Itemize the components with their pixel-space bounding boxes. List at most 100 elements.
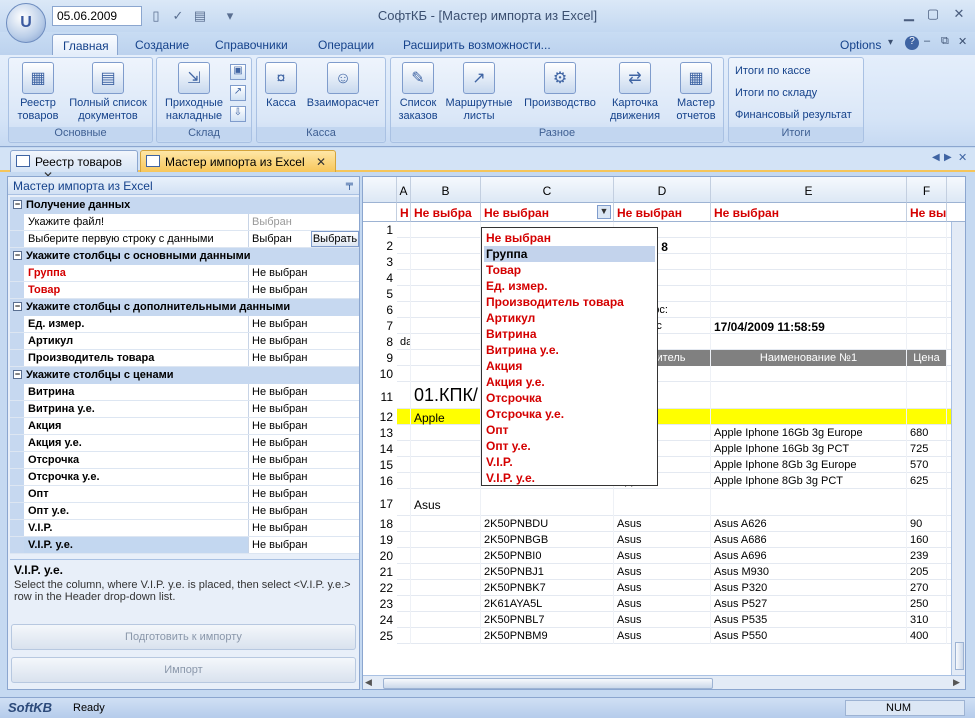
property-row[interactable]: Товар Не выбран (10, 282, 359, 299)
ribbon-restore-icon[interactable]: ⧉ (941, 35, 949, 48)
dropdown-option[interactable]: Не выбран (484, 230, 655, 246)
table-cell[interactable] (397, 366, 411, 382)
table-cell[interactable]: 17/04/2009 11:58:59 (711, 318, 907, 334)
table-cell[interactable]: 250 (907, 596, 947, 612)
table-cell[interactable] (397, 302, 411, 318)
table-cell[interactable] (397, 382, 411, 409)
property-row[interactable]: Витрина Не выбран (10, 384, 359, 401)
table-cell[interactable] (397, 254, 411, 270)
table-cell[interactable]: 239 (907, 548, 947, 564)
table-cell[interactable]: Asus A696 (711, 548, 907, 564)
section-header[interactable]: − Получение данных (10, 197, 359, 214)
property-row[interactable]: Артикул Не выбран (10, 333, 359, 350)
dropdown-option[interactable]: Артикул (484, 310, 655, 326)
column-header[interactable]: D (614, 177, 711, 203)
table-cell[interactable] (907, 302, 947, 318)
table-cell[interactable] (411, 628, 481, 644)
dropdown-option[interactable]: Витрина у.е. (484, 342, 655, 358)
table-cell[interactable] (411, 366, 481, 382)
dropdown-option-highlighted[interactable]: Группа (484, 246, 655, 262)
property-row[interactable]: Отсрочка Не выбран (10, 452, 359, 469)
table-row[interactable]: 18 2K50PNBDU Asus Asus A626 90 (363, 516, 951, 532)
table-row[interactable]: 17 Asus (363, 489, 951, 516)
table-cell[interactable] (907, 254, 947, 270)
table-cell[interactable]: da (397, 334, 411, 350)
table-cell[interactable]: 2K50PNBDU (481, 516, 614, 532)
table-cell[interactable]: 2K50PNBK7 (481, 580, 614, 596)
scroll-thumb[interactable] (383, 678, 713, 689)
table-cell[interactable] (411, 441, 481, 457)
tab-scroll-left-icon[interactable]: ◀ (932, 152, 940, 163)
table-cell[interactable] (397, 318, 411, 334)
table-cell[interactable] (411, 286, 481, 302)
options-dropdown-icon[interactable]: ▾ (888, 37, 893, 48)
dropdown-option[interactable]: Ед. измер. (484, 278, 655, 294)
table-cell[interactable] (711, 489, 907, 516)
table-cell[interactable]: 2K61AYA5L (481, 596, 614, 612)
vertical-scrollbar[interactable] (951, 222, 965, 675)
table-cell[interactable] (411, 612, 481, 628)
dropdown-option[interactable]: V.I.P. (484, 454, 655, 470)
minimize-button[interactable]: ▁ (898, 6, 920, 24)
dropdown-option[interactable]: Опт (484, 422, 655, 438)
column-header[interactable]: F (907, 177, 947, 203)
table-cell[interactable]: 680 (907, 425, 947, 441)
reestr-tovarov-button[interactable]: ▦ Реестр товаров (12, 62, 64, 123)
tab-glavnaya[interactable]: Главная (52, 34, 118, 55)
table-cell[interactable] (411, 222, 481, 238)
polnyi-spisok-button[interactable]: ▤ Полный список документов (64, 62, 152, 123)
horizontal-scrollbar[interactable]: ◀ ▶ (363, 675, 965, 689)
table-cell[interactable]: Asus (614, 596, 711, 612)
column-type-dropdown[interactable]: Не выбран Группа Товар Ед. измер. Произв… (481, 227, 658, 486)
itogi-po-kasse-link[interactable]: Итоги по кассе (735, 65, 811, 77)
dropdown-option[interactable]: Отсрочка у.е. (484, 406, 655, 422)
table-row[interactable]: 22 2K50PNBK7 Asus Asus P320 270 (363, 580, 951, 596)
column-type-select[interactable]: Не выбра (411, 203, 481, 222)
vscroll-thumb[interactable] (955, 642, 964, 670)
finansovyi-rezultat-link[interactable]: Финансовый результат (735, 109, 852, 121)
table-cell[interactable]: 310 (907, 612, 947, 628)
column-type-select[interactable]: Не вы (907, 203, 947, 222)
table-cell[interactable]: Apple Iphone 8Gb 3g Europe (711, 457, 907, 473)
table-row[interactable]: 23 2K61AYA5L Asus Asus P527 250 (363, 596, 951, 612)
section-header[interactable]: − Укажите столбцы с ценами (10, 367, 359, 384)
table-cell[interactable]: 2K50PNBGB (481, 532, 614, 548)
scroll-left-icon[interactable]: ◀ (365, 677, 372, 688)
column-header[interactable]: B (411, 177, 481, 203)
pin-icon[interactable]: ╤ (346, 179, 353, 190)
table-cell[interactable] (907, 286, 947, 302)
tab-operacii[interactable]: Операции (308, 34, 384, 55)
table-cell[interactable] (397, 473, 411, 489)
tab-scroll-right-icon[interactable]: ▶ (944, 152, 952, 163)
prihodnye-nakladnye-button[interactable]: ⇲ Приходные накладные (159, 62, 229, 123)
table-cell[interactable] (481, 489, 614, 516)
property-row-selected[interactable]: V.I.P. у.е. Не выбран (10, 537, 359, 554)
table-cell[interactable] (907, 489, 947, 516)
table-cell[interactable]: 400 (907, 628, 947, 644)
table-cell[interactable] (397, 409, 411, 425)
table-cell[interactable] (397, 350, 411, 366)
property-row[interactable]: Акция у.е. Не выбран (10, 435, 359, 452)
table-cell[interactable]: 205 (907, 564, 947, 580)
table-cell[interactable] (907, 382, 947, 409)
column-type-select[interactable]: Не выбран (614, 203, 711, 222)
table-cell[interactable] (397, 489, 411, 516)
table-cell[interactable]: 725 (907, 441, 947, 457)
marshrutnye-listy-button[interactable]: ↗ Маршрутные листы (443, 62, 515, 123)
spisok-zakazov-button[interactable]: ✎ Список заказов (393, 62, 443, 123)
table-cell[interactable] (711, 409, 907, 425)
table-cell[interactable]: Цена (907, 350, 947, 366)
table-cell[interactable]: Asus (614, 564, 711, 580)
table-cell[interactable]: 2K50PNBL7 (481, 612, 614, 628)
dropdown-option[interactable]: Акция (484, 358, 655, 374)
table-cell[interactable]: Apple (411, 409, 481, 425)
table-cell[interactable] (411, 596, 481, 612)
table-cell[interactable]: 2K50PNBM9 (481, 628, 614, 644)
column-type-select[interactable]: Не выбран ▼ (481, 203, 614, 222)
itogi-po-skladu-link[interactable]: Итоги по складу (735, 87, 817, 99)
column-type-select[interactable]: Не выбран (711, 203, 907, 222)
table-cell[interactable]: Asus P527 (711, 596, 907, 612)
table-cell[interactable] (411, 532, 481, 548)
table-cell[interactable] (711, 270, 907, 286)
dropdown-option[interactable]: Акция у.е. (484, 374, 655, 390)
